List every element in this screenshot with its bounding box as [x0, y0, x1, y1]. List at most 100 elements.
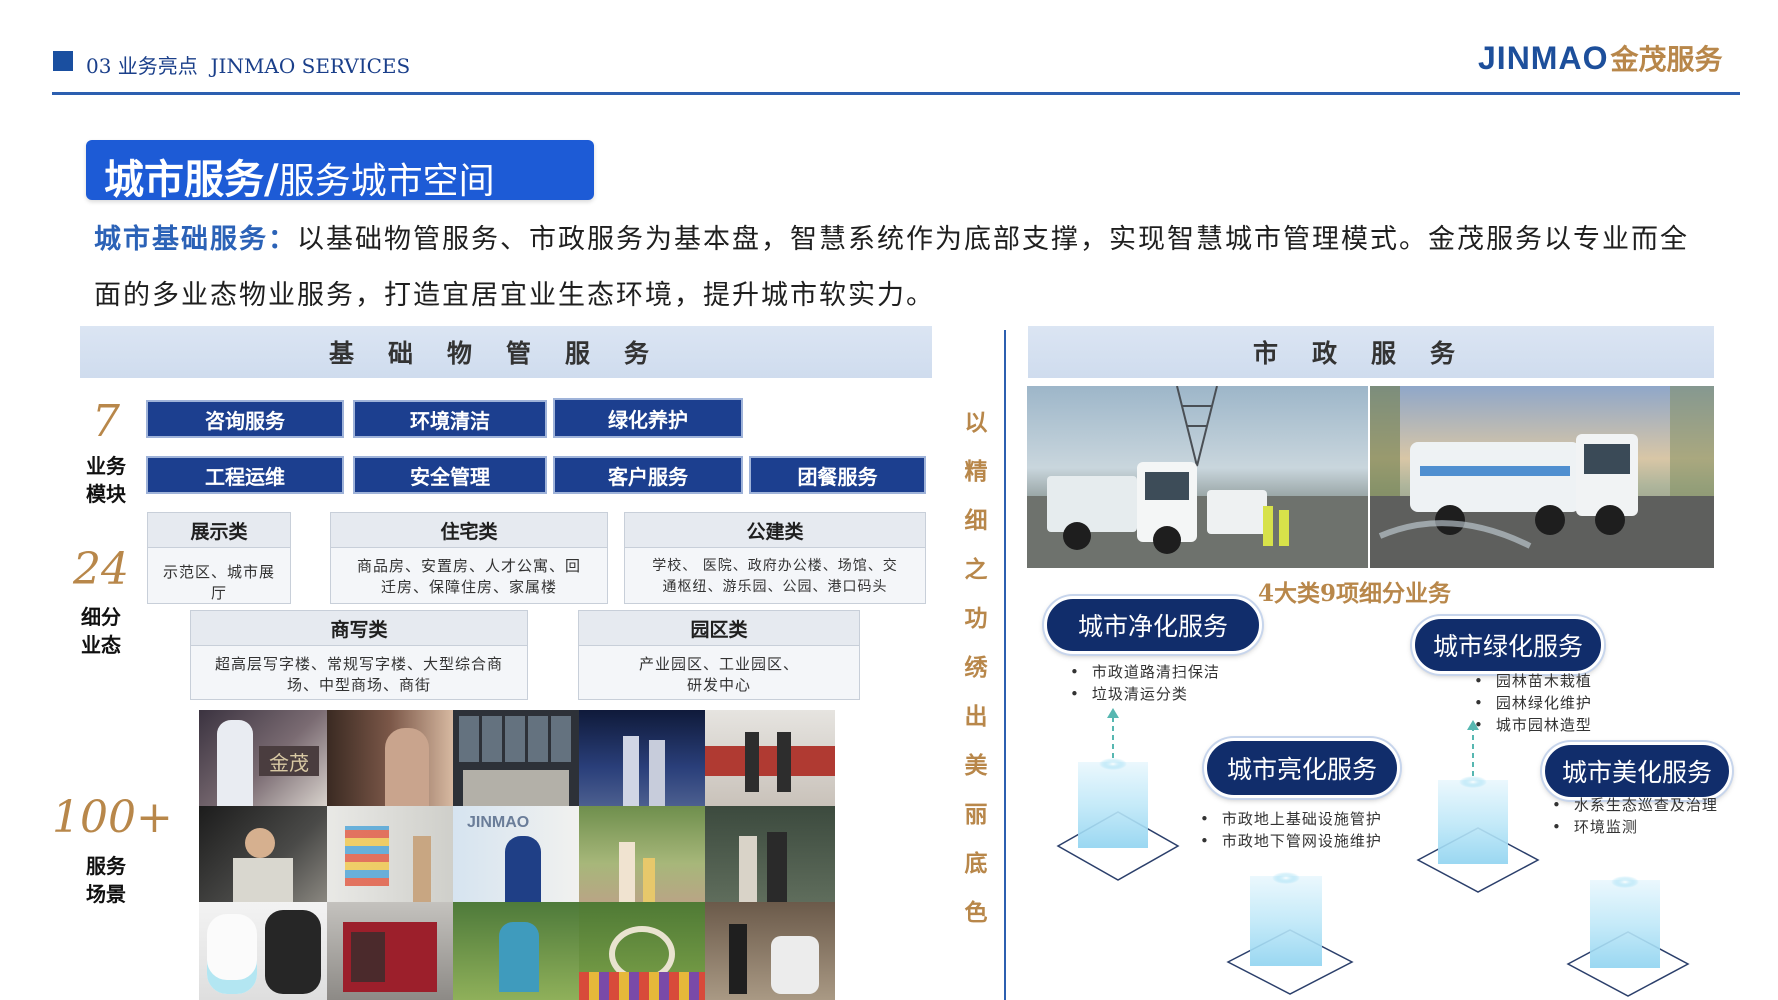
section-divider [1004, 330, 1006, 1000]
category-public-desc: 学校、 医院、政府办公楼、场馆、交 通枢纽、游乐园、公园、港口码头 [625, 548, 925, 598]
category-residential-line: 商品房、安置房、人才公寓、回 [356, 557, 581, 575]
category-park-title: 园区类 [579, 611, 859, 646]
category-residential-line: 迁房、保障住房、家属楼 [380, 578, 557, 596]
photo-monitoring-center [453, 710, 579, 806]
slogan-char: 之 [964, 556, 988, 583]
photo-sanitation-trucks [1027, 386, 1368, 568]
photo-robots [199, 902, 327, 1000]
category-showcase-line: 示范区、城市展厅 [162, 563, 275, 602]
municipal-category-count: 4大类9项细分业务 [1258, 580, 1452, 607]
photo-lobby-robot [705, 902, 835, 1000]
scenes-label-line1: 服务 [86, 854, 126, 878]
category-residential-title: 住宅类 [331, 513, 607, 548]
sanitation-trucks-illustration [1027, 386, 1368, 568]
category-commercial-desc: 超高层写字楼、常规写字楼、大型综合商 场、中型商场、商街 [191, 646, 527, 696]
slogan-char: 底 [964, 850, 988, 877]
intro-paragraph: 城市基础服务：以基础物管服务、市政服务为基本盘，智慧系统作为底部支撑，实现智慧城… [94, 212, 1694, 324]
cube-purification-icon [1056, 708, 1180, 881]
logo-cn: 金茂服务 [1610, 43, 1723, 76]
module-consulting: 咨询服务 [146, 400, 344, 438]
modules-label-line2: 模块 [86, 482, 126, 506]
photo-kids-play [327, 806, 453, 902]
header-square-icon [53, 51, 73, 71]
category-public-title: 公建类 [625, 513, 925, 548]
slogan-char: 细 [964, 507, 988, 534]
header-section-cn: 03 业务亮点 [86, 54, 198, 78]
header-divider [52, 92, 1740, 95]
photo-front-desk: JINMAO [453, 806, 579, 902]
photo-security-guard: 金茂 [199, 710, 327, 806]
slogan-vertical: 以 精 细 之 功 绣 出 美 丽 底 色 [958, 398, 994, 937]
category-showcase-title: 展示类 [148, 513, 290, 548]
municipal-services-band: 市政服务 [1028, 326, 1714, 378]
photo-garden-family [579, 806, 705, 902]
module-security: 安全管理 [353, 456, 547, 494]
purification-item: 市政道路清扫保洁 [1070, 661, 1220, 683]
modules-label-line1: 业务 [86, 454, 126, 478]
photo-night-patrol [579, 710, 705, 806]
slogan-char: 色 [964, 899, 988, 926]
title-sep: / [264, 156, 279, 203]
formats-label-line2: 业态 [81, 633, 121, 657]
formats-label: 细分 业态 [66, 603, 136, 659]
header-section-en: JINMAO SERVICES [210, 54, 411, 78]
property-services-band: 基础物管服务 [80, 326, 932, 378]
formats-label-line1: 细分 [81, 605, 121, 629]
module-catering: 团餐服务 [749, 456, 926, 494]
intro-lead: 城市基础服务： [94, 224, 297, 255]
photo-flower-bed [579, 902, 705, 1000]
slogan-char: 精 [964, 458, 988, 485]
photo-umbrella-service [705, 806, 835, 902]
slogan-char: 美 [964, 752, 988, 779]
glowing-cubes-illustration [1056, 708, 1690, 997]
jinmao-logo: JINMAO 金茂服务 [1478, 34, 1722, 82]
purification-items: 市政道路清扫保洁 垃圾清运分类 [1070, 661, 1220, 705]
photo-engineering [199, 806, 327, 902]
module-customer: 客户服务 [553, 456, 743, 494]
slogan-char: 以 [964, 409, 988, 436]
category-residential-desc: 商品房、安置房、人才公寓、回 迁房、保障住房、家属楼 [331, 548, 607, 598]
category-commercial-line: 超高层写字楼、常规写字楼、大型综合商 [214, 655, 503, 673]
greening-item: 园林苗木栽植 [1474, 670, 1592, 692]
category-park-line: 产业园区、工业园区、 [638, 655, 799, 673]
photo-sorting-station [327, 902, 453, 1000]
header-section: 03 业务亮点 JINMAO SERVICES [86, 50, 410, 79]
category-commercial: 商写类 超高层写字楼、常规写字楼、大型综合商 场、中型商场、商街 [190, 610, 528, 700]
photo-front-desk-logo: JINMAO [467, 814, 530, 831]
sprinkler-truck-illustration [1370, 386, 1714, 568]
module-greening: 绿化养护 [553, 398, 743, 438]
category-park: 园区类 产业园区、工业园区、 研发中心 [578, 610, 860, 700]
photo-balance-patrol [705, 710, 835, 806]
cube-lighting-icon [1226, 872, 1354, 995]
formats-count: 24 [73, 544, 129, 595]
category-public-line: 学校、 医院、政府办公楼、场馆、交 [652, 558, 898, 574]
photo-reception [327, 710, 453, 806]
page-title: 城市服务/服务城市空间 [104, 147, 495, 205]
slogan-char: 出 [964, 703, 988, 730]
category-public: 公建类 学校、 医院、政府办公楼、场馆、交 通枢纽、游乐园、公园、港口码头 [624, 512, 926, 604]
service-purification: 城市净化服务 [1044, 596, 1262, 654]
slogan-char: 丽 [964, 801, 988, 828]
scenes-label-line2: 场景 [86, 882, 126, 906]
photo-sprinkler-truck [1370, 386, 1714, 568]
slogan-char: 绣 [964, 654, 988, 681]
module-engineering: 工程运维 [146, 456, 344, 494]
category-residential: 住宅类 商品房、安置房、人才公寓、回 迁房、保障住房、家属楼 [330, 512, 608, 604]
category-commercial-title: 商写类 [191, 611, 527, 646]
scenes-label: 服务 场景 [76, 852, 136, 908]
cube-beautification-icon [1566, 876, 1690, 997]
category-park-line: 研发中心 [686, 676, 751, 694]
modules-count: 7 [92, 396, 120, 447]
modules-label: 业务 模块 [76, 452, 136, 508]
service-scenes-photo-grid: 金茂 JINMAO [199, 710, 835, 1000]
category-commercial-line: 场、中型商场、商街 [286, 676, 431, 694]
logo-en: JINMAO [1478, 39, 1609, 76]
scenes-count: 100+ [52, 792, 173, 843]
category-public-line: 通枢纽、游乐园、公园、港口码头 [662, 579, 888, 595]
slogan-char: 功 [964, 605, 988, 632]
category-showcase: 展示类 示范区、城市展厅 [147, 512, 291, 604]
intro-text: 以基础物管服务、市政服务为基本盘，智慧系统作为底部支撑，实现智慧城市管理模式。金… [94, 224, 1689, 311]
service-greening: 城市绿化服务 [1412, 616, 1604, 674]
cube-greening-icon [1416, 720, 1540, 893]
category-park-desc: 产业园区、工业园区、 研发中心 [579, 646, 859, 696]
